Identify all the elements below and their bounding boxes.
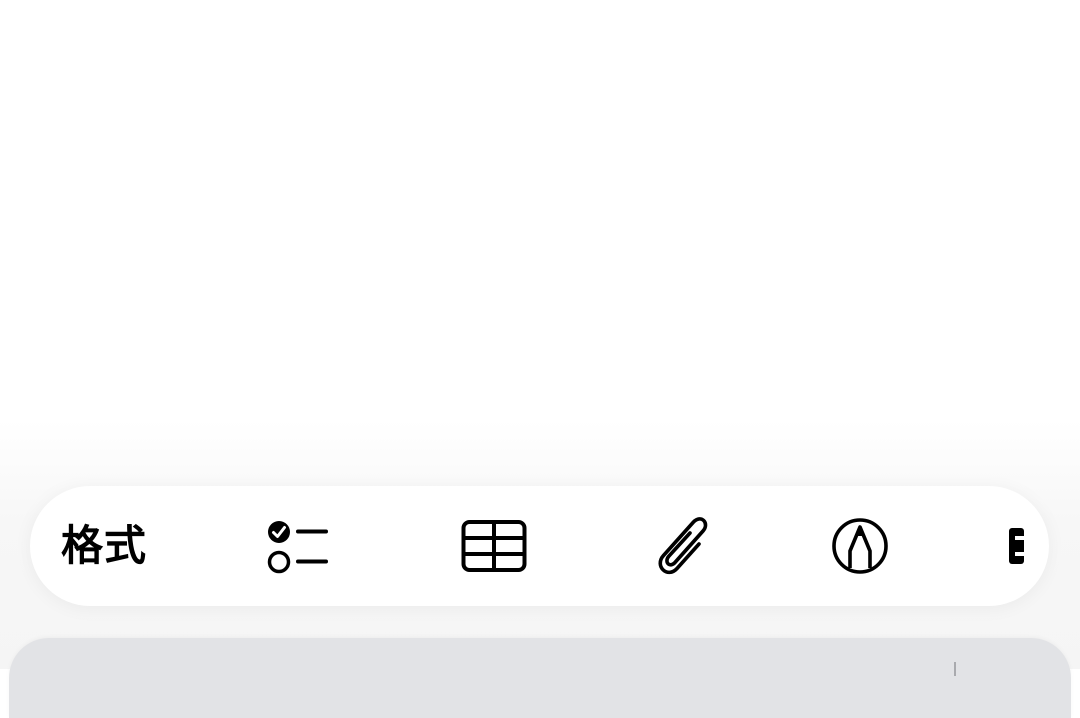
note-editor-area[interactable] <box>0 0 1080 470</box>
attachment-button[interactable] <box>643 486 727 606</box>
format-button[interactable]: 格式 <box>52 486 156 606</box>
note-toolbar: 格式 <box>30 486 1049 606</box>
checklist-icon <box>267 521 328 574</box>
panel-divider <box>954 662 956 676</box>
checklist-button[interactable] <box>256 486 340 606</box>
pen-tip-circle-icon <box>832 518 888 574</box>
table-icon <box>461 520 527 572</box>
table-button[interactable] <box>452 486 536 606</box>
keyboard-panel <box>9 638 1071 718</box>
more-button[interactable] <box>1006 486 1049 606</box>
partially-visible-icon <box>1009 528 1024 564</box>
paperclip-icon <box>658 517 708 575</box>
format-button-label: 格式 <box>60 521 147 570</box>
markup-button[interactable] <box>818 486 902 606</box>
screen-background: 格式 <box>0 0 1080 718</box>
